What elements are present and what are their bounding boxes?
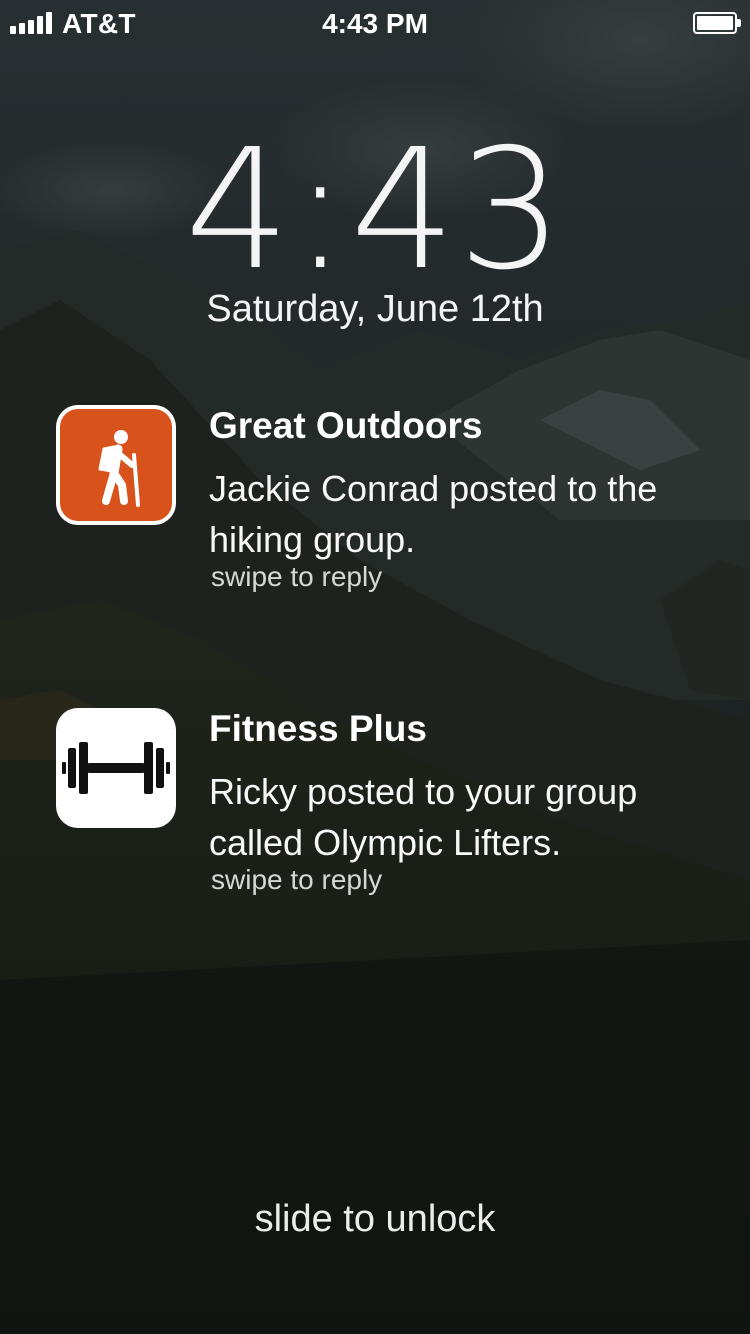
lock-clock: 4:43 (184, 114, 566, 307)
slide-to-unlock[interactable]: slide to unlock (0, 1198, 750, 1241)
notification-message: Ricky posted to your group called Olympi… (209, 771, 638, 863)
swipe-to-reply-hint[interactable]: swipe to reply (211, 561, 382, 593)
battery-icon (693, 12, 741, 34)
status-time: 4:43 PM (322, 8, 428, 39)
hiker-icon (98, 430, 140, 507)
notification-title: Great Outdoors (209, 405, 483, 446)
notification-great-outdoors[interactable]: Great Outdoors Jackie Conrad posted to t… (56, 405, 716, 605)
app-icon-great-outdoors (56, 405, 176, 525)
notification-message: Jackie Conrad posted to the hiking group… (209, 468, 658, 560)
status-bar: AT&T 4:43 PM (0, 0, 750, 46)
app-icon-fitness-plus (56, 708, 176, 828)
lock-date: Saturday, June 12th (206, 288, 544, 330)
notification-title: Fitness Plus (209, 708, 427, 749)
swipe-to-reply-hint[interactable]: swipe to reply (211, 864, 382, 896)
notification-fitness-plus[interactable]: Fitness Plus Ricky posted to your group … (56, 708, 716, 908)
dumbbell-icon (62, 742, 170, 794)
